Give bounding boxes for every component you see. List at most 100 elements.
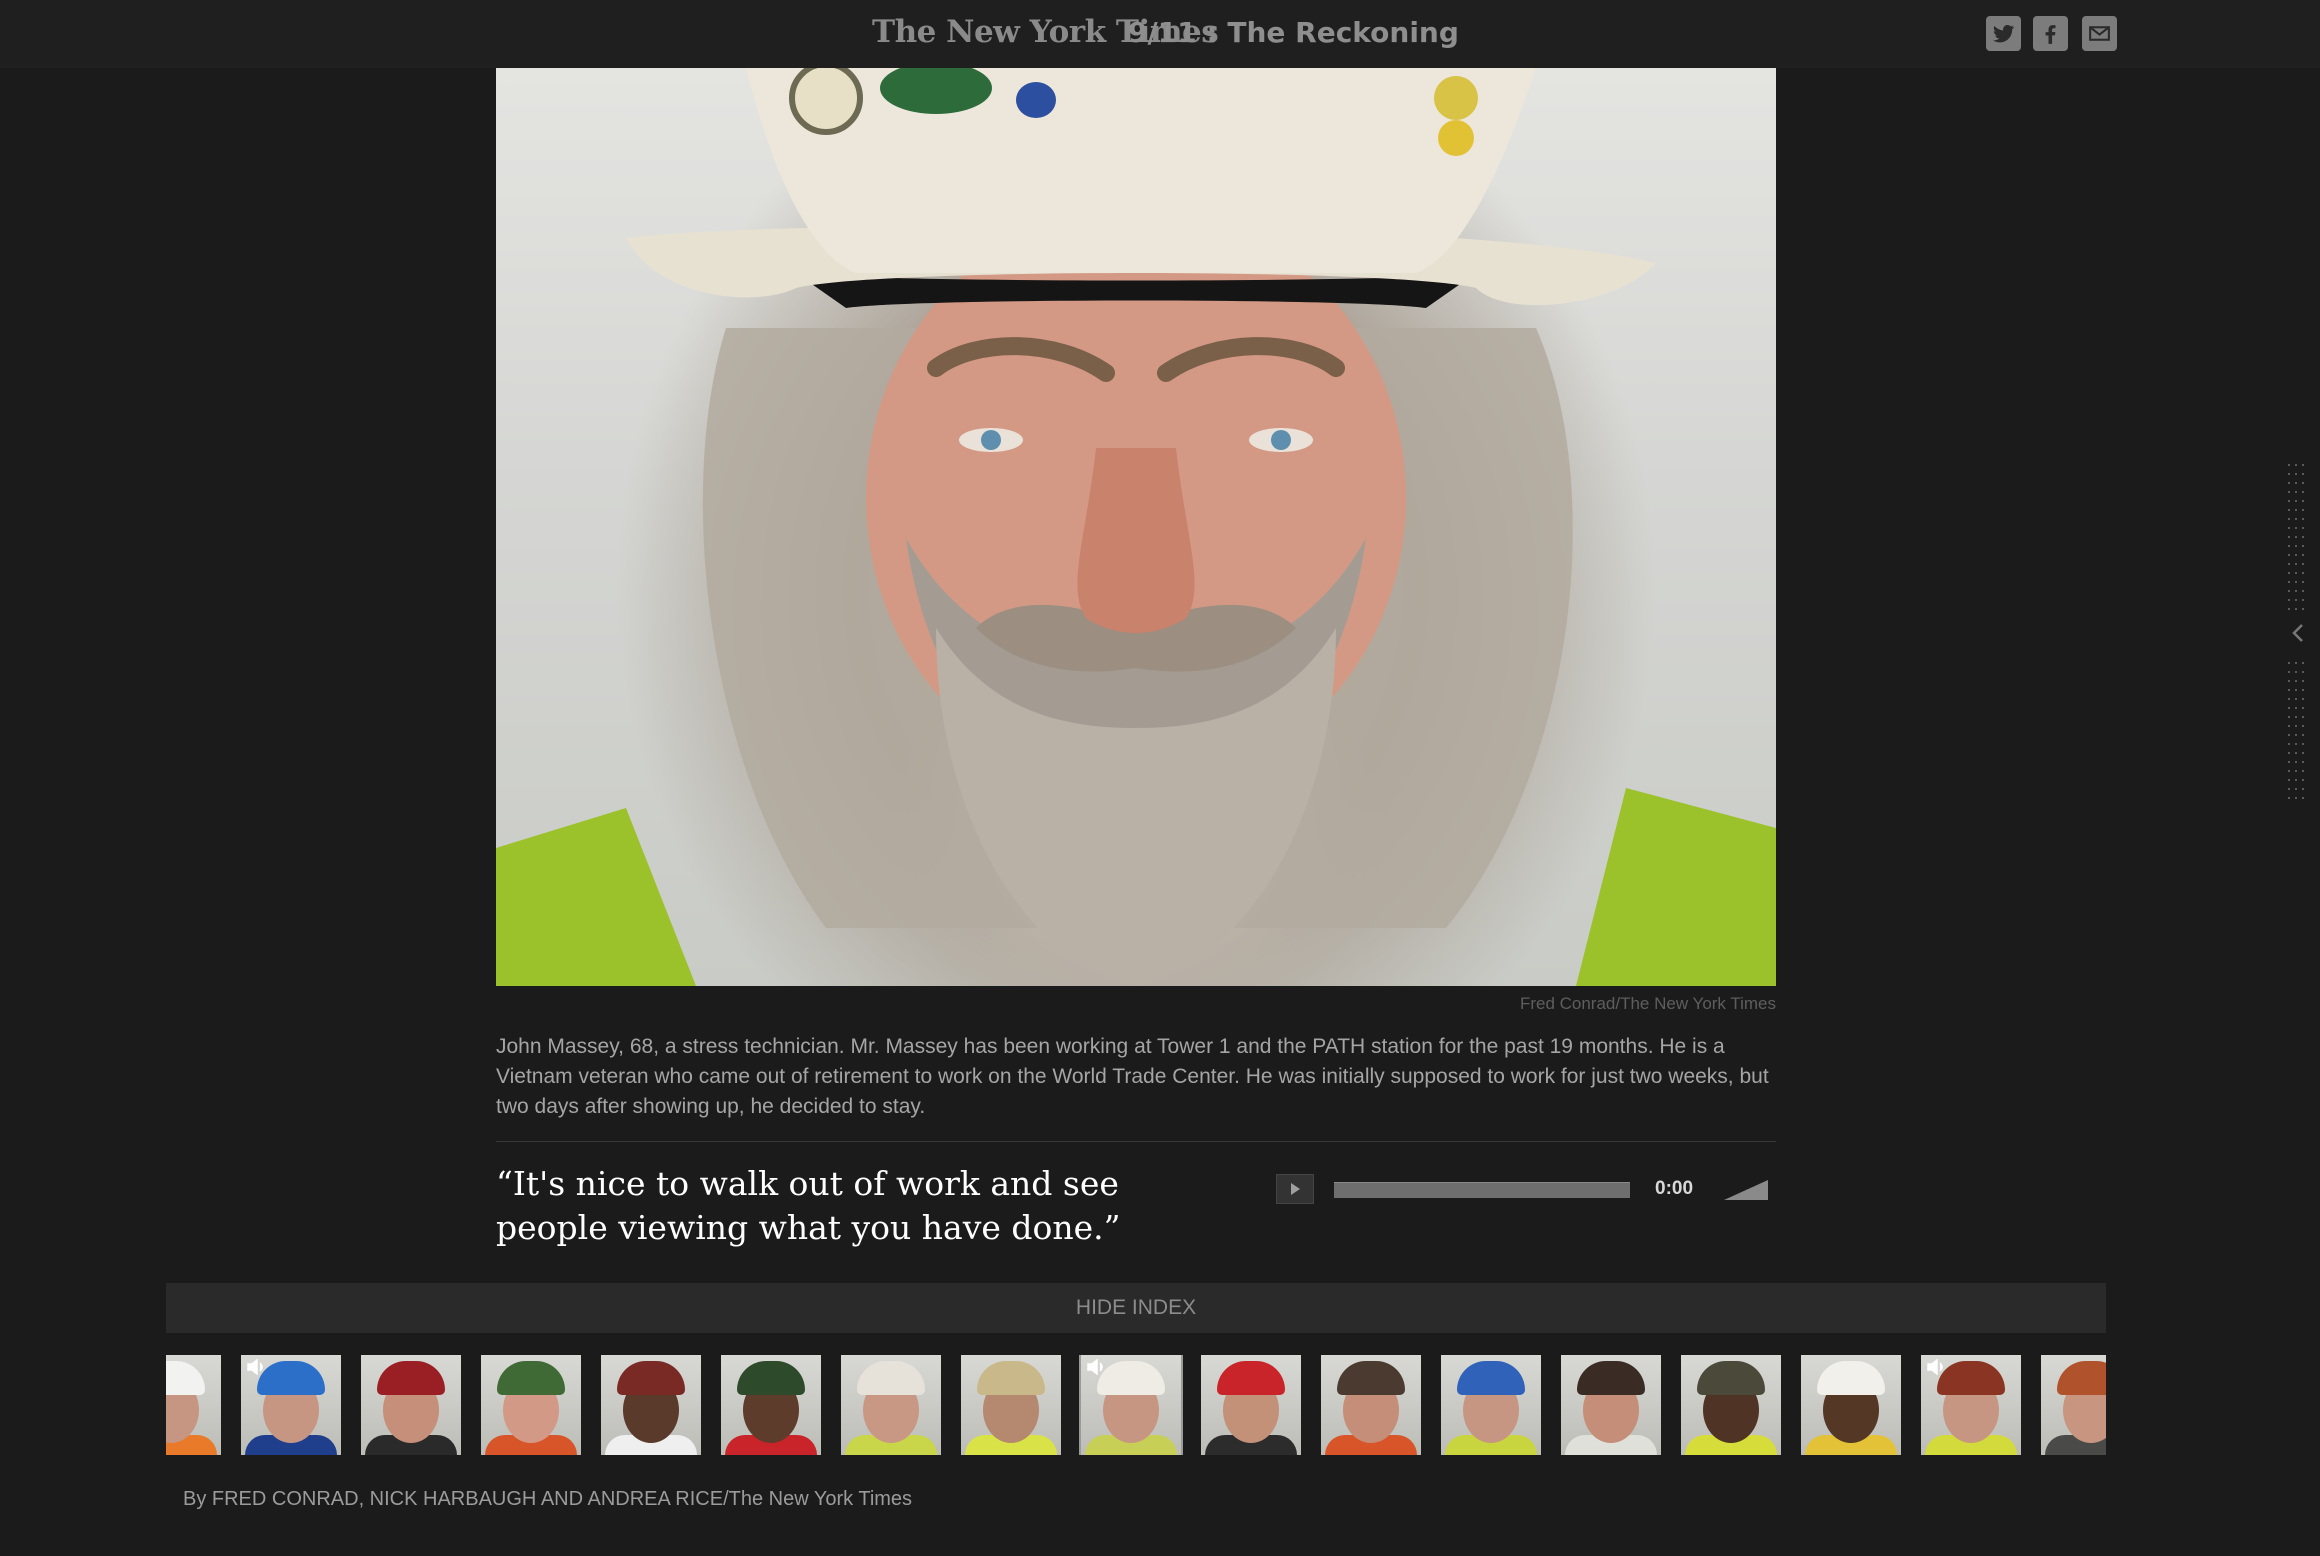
handle-dot [2295, 734, 2297, 736]
thumbnail-hat [497, 1361, 565, 1395]
handle-dot [2288, 689, 2290, 691]
chevron-left-icon [2292, 624, 2303, 642]
portrait-thumbnail[interactable] [2041, 1355, 2106, 1455]
handle-dot [2288, 716, 2290, 718]
handle-dot [2302, 743, 2304, 745]
handle-dot [2302, 761, 2304, 763]
handle-dot [2302, 554, 2304, 556]
handle-dot [2288, 779, 2290, 781]
thumbnail-hat [1937, 1361, 2005, 1395]
handle-dot [2295, 788, 2297, 790]
email-share-button[interactable] [2082, 16, 2117, 51]
handle-dot [2302, 752, 2304, 754]
twitter-share-button[interactable] [1986, 16, 2021, 51]
handle-dot [2302, 689, 2304, 691]
portrait-thumbnail[interactable] [1801, 1355, 1901, 1455]
thumbnail-hat [1097, 1361, 1165, 1395]
thumbnail-hat [737, 1361, 805, 1395]
photo-credit: Fred Conrad/The New York Times [1519, 994, 1776, 1013]
audio-play-button[interactable] [1276, 1174, 1314, 1204]
handle-dot [2295, 545, 2297, 547]
thumbnail-hat [1817, 1361, 1885, 1395]
handle-dot [2302, 608, 2304, 610]
handle-dot [2302, 572, 2304, 574]
portrait-thumbnail[interactable] [1441, 1355, 1541, 1455]
handle-dot [2295, 581, 2297, 583]
thumbnail-hat [1577, 1361, 1645, 1395]
handle-dot [2288, 536, 2290, 538]
handle-dot [2288, 500, 2290, 502]
handle-dot [2295, 491, 2297, 493]
portrait-thumbnail[interactable] [1079, 1355, 1183, 1455]
audio-progress-bar[interactable] [1334, 1182, 1630, 1198]
handle-dot [2302, 509, 2304, 511]
handle-dot [2288, 734, 2290, 736]
portrait-thumbnail[interactable] [1561, 1355, 1661, 1455]
handle-dot [2288, 788, 2290, 790]
handle-dot [2295, 680, 2297, 682]
handle-dot [2295, 743, 2297, 745]
thumbnail-hat [2057, 1361, 2106, 1395]
portrait-index-strip [166, 1355, 2106, 1455]
handle-dot [2302, 545, 2304, 547]
portrait-illustration [496, 68, 1776, 986]
portrait-thumbnail[interactable] [1321, 1355, 1421, 1455]
handle-dot [2288, 482, 2290, 484]
main-portrait-photo[interactable] [496, 68, 1776, 986]
handle-dot [2302, 707, 2304, 709]
handle-dot [2302, 518, 2304, 520]
handle-dot [2302, 788, 2304, 790]
hide-index-button[interactable]: HIDE INDEX [166, 1283, 2106, 1333]
handle-dot [2295, 518, 2297, 520]
portrait-thumbnail[interactable] [841, 1355, 941, 1455]
handle-dot [2302, 662, 2304, 664]
handle-dot [2295, 599, 2297, 601]
facebook-share-button[interactable] [2033, 16, 2068, 51]
handle-dot [2295, 725, 2297, 727]
portrait-thumbnail[interactable] [1681, 1355, 1781, 1455]
handle-dot [2302, 680, 2304, 682]
portrait-thumbnail[interactable] [241, 1355, 341, 1455]
handle-dot [2295, 797, 2297, 799]
portrait-thumbnail[interactable] [481, 1355, 581, 1455]
audio-time: 0:00 [1655, 1178, 1694, 1199]
handle-dot [2295, 608, 2297, 610]
email-icon [2089, 26, 2110, 41]
handle-dot [2295, 698, 2297, 700]
handle-dot [2288, 743, 2290, 745]
volume-icon[interactable] [1722, 1178, 1772, 1202]
pull-quote: “It's nice to walk out of work and see p… [496, 1164, 1121, 1247]
thumbnail-hat [1217, 1361, 1285, 1395]
portrait-thumbnail[interactable] [1921, 1355, 2021, 1455]
thumbnail-hat [617, 1361, 685, 1395]
thumbnail-hat [977, 1361, 1045, 1395]
portrait-thumbnail[interactable] [361, 1355, 461, 1455]
handle-dot [2288, 707, 2290, 709]
page-title: 9/11 : The Reckoning [1128, 16, 1459, 49]
portrait-thumbnail[interactable] [601, 1355, 701, 1455]
handle-dot [2302, 464, 2304, 466]
handle-dot [2295, 752, 2297, 754]
handle-dot [2302, 671, 2304, 673]
thumbnail-hat [857, 1361, 925, 1395]
handle-dot [2295, 572, 2297, 574]
handle-dot [2295, 707, 2297, 709]
thumbnail-hat [1337, 1361, 1405, 1395]
side-panel-handle[interactable] [2282, 460, 2312, 805]
handle-dot [2288, 608, 2290, 610]
handle-dot [2302, 797, 2304, 799]
handle-dot [2288, 752, 2290, 754]
handle-dot [2295, 464, 2297, 466]
handle-dot [2288, 491, 2290, 493]
handle-dot [2302, 716, 2304, 718]
handle-dot [2302, 482, 2304, 484]
handle-dot [2295, 554, 2297, 556]
thumbnail-hat [166, 1361, 205, 1395]
portrait-thumbnail[interactable] [1201, 1355, 1301, 1455]
handle-dot [2302, 698, 2304, 700]
handle-dot [2288, 797, 2290, 799]
portrait-thumbnail[interactable] [961, 1355, 1061, 1455]
handle-dot [2288, 698, 2290, 700]
portrait-thumbnail[interactable] [721, 1355, 821, 1455]
portrait-thumbnail[interactable] [166, 1355, 221, 1455]
